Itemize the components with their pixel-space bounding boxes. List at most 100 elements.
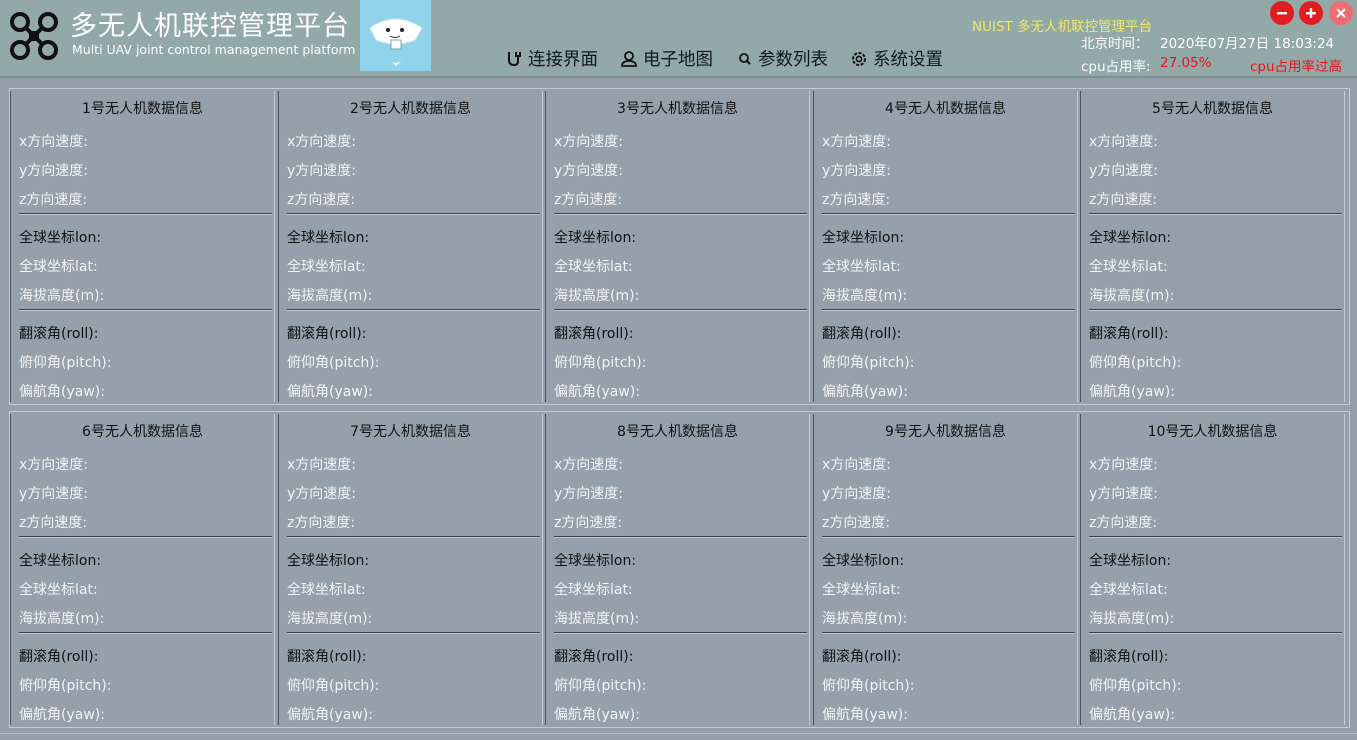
field-vz-label: z方向速度:: [1089, 515, 1158, 531]
section-divider: [1089, 309, 1342, 311]
field-lon-label: 全球坐标lon:: [822, 230, 905, 246]
time-value: 2020年07月27日 18:03:24: [1160, 36, 1335, 52]
uav-panel-6: 6号无人机数据信息 x方向速度: y方向速度: z方向速度: 全球坐标lon: 全球坐标l…: [10, 414, 275, 725]
uav-panel-2: 2号无人机数据信息 x方向速度: y方向速度: z方向速度: 全球坐标lon: 全球坐标l…: [278, 91, 543, 402]
field-pitch-label: 俯仰角(pitch):: [19, 355, 112, 371]
section-divider: [554, 213, 807, 215]
field-yaw-label: 偏航角(yaw):: [19, 384, 105, 400]
nav-label: 参数列表: [758, 50, 828, 70]
field-pitch-label: 俯仰角(pitch):: [822, 355, 915, 371]
section-divider: [822, 632, 1075, 634]
field-yaw-label: 偏航角(yaw):: [554, 707, 640, 723]
field-lat-label: 全球坐标lat:: [19, 582, 98, 598]
field-yaw-label: 偏航角(yaw):: [287, 707, 373, 723]
cpu-warning: cpu占用率过高: [1250, 59, 1343, 75]
field-vx-label: x方向速度:: [287, 134, 357, 150]
panel-title: 9号无人机数据信息: [885, 424, 1006, 440]
nav-map[interactable]: 电子地图: [620, 46, 713, 71]
field-alt-label: 海拔高度(m):: [1089, 611, 1175, 627]
field-roll-label: 翻滚角(roll):: [287, 326, 367, 342]
field-vz-label: z方向速度:: [554, 192, 623, 208]
field-vz-label: z方向速度:: [822, 515, 891, 531]
field-vy-label: y方向速度:: [822, 163, 892, 179]
field-roll-label: 翻滚角(roll):: [19, 649, 99, 665]
field-alt-label: 海拔高度(m):: [19, 611, 105, 627]
field-alt-label: 海拔高度(m):: [554, 288, 640, 304]
bottom-divider: [0, 733, 1357, 734]
field-roll-label: 翻滚角(roll):: [1089, 649, 1169, 665]
field-roll-label: 翻滚角(roll):: [822, 649, 902, 665]
minimize-icon: [1277, 12, 1287, 15]
field-roll-label: 翻滚角(roll):: [1089, 326, 1169, 342]
field-yaw-label: 偏航角(yaw):: [822, 707, 908, 723]
section-divider: [287, 632, 540, 634]
section-divider: [1089, 213, 1342, 215]
panel-title: 5号无人机数据信息: [1152, 101, 1273, 117]
app-subtitle: Multi UAV joint control management platf…: [72, 42, 356, 57]
field-pitch-label: 俯仰角(pitch):: [822, 678, 915, 694]
field-vx-label: x方向速度:: [19, 457, 89, 473]
app-title: 多无人机联控管理平台: [70, 11, 350, 42]
field-roll-label: 翻滚角(roll):: [554, 649, 634, 665]
field-alt-label: 海拔高度(m):: [19, 288, 105, 304]
field-vz-label: z方向速度:: [19, 192, 88, 208]
drone-icon: [10, 12, 58, 60]
uav-panel-3: 3号无人机数据信息 x方向速度: y方向速度: z方向速度: 全球坐标lon: 全球坐标l…: [545, 91, 810, 402]
search-icon: [739, 52, 751, 65]
nav-settings[interactable]: 系统设置: [850, 46, 943, 71]
panel-title: 1号无人机数据信息: [82, 101, 203, 117]
field-lon-label: 全球坐标lon:: [287, 553, 370, 569]
maximize-icon: [1306, 8, 1316, 18]
field-lon-label: 全球坐标lon:: [554, 230, 637, 246]
panel-title: 2号无人机数据信息: [350, 101, 471, 117]
field-roll-label: 翻滚角(roll):: [822, 326, 902, 342]
field-vz-label: z方向速度:: [554, 515, 623, 531]
field-pitch-label: 俯仰角(pitch):: [287, 678, 380, 694]
section-divider: [1089, 536, 1342, 538]
panel-title: 3号无人机数据信息: [617, 101, 738, 117]
nav-params[interactable]: 参数列表: [737, 46, 828, 71]
uav-panel-8: 8号无人机数据信息 x方向速度: y方向速度: z方向速度: 全球坐标lon: 全球坐标l…: [545, 414, 810, 725]
minimize-button[interactable]: [1270, 1, 1294, 25]
header-bar: 多无人机联控管理平台 Multi UAV joint control manag…: [0, 0, 1357, 76]
field-yaw-label: 偏航角(yaw):: [287, 384, 373, 400]
field-vx-label: x方向速度:: [287, 457, 357, 473]
field-pitch-label: 俯仰角(pitch):: [554, 355, 647, 371]
maximize-button[interactable]: [1299, 1, 1323, 25]
section-divider: [822, 536, 1075, 538]
field-vz-label: z方向速度:: [1089, 192, 1158, 208]
field-vz-label: z方向速度:: [287, 515, 356, 531]
section-divider: [19, 213, 272, 215]
section-divider: [287, 213, 540, 215]
time-label: 北京时间：: [1081, 36, 1149, 52]
uav-panel-5: 5号无人机数据信息 x方向速度: y方向速度: z方向速度: 全球坐标lon: 全球坐标l…: [1080, 91, 1345, 402]
section-divider: [554, 536, 807, 538]
section-divider: [287, 536, 540, 538]
field-lon-label: 全球坐标lon:: [287, 230, 370, 246]
field-lon-label: 全球坐标lon:: [1089, 230, 1172, 246]
mascot-image: [360, 0, 431, 71]
uav-panel-7: 7号无人机数据信息 x方向速度: y方向速度: z方向速度: 全球坐标lon: 全球坐标l…: [278, 414, 543, 725]
section-divider: [554, 309, 807, 311]
uav-panel-9: 9号无人机数据信息 x方向速度: y方向速度: z方向速度: 全球坐标lon: 全球坐标l…: [813, 414, 1078, 725]
user-icon: [621, 50, 637, 67]
nav-label: 系统设置: [873, 50, 943, 70]
field-vy-label: y方向速度:: [287, 486, 357, 502]
field-lon-label: 全球坐标lon:: [19, 553, 102, 569]
field-pitch-label: 俯仰角(pitch):: [287, 355, 380, 371]
nav-connect[interactable]: 连接界面: [505, 46, 598, 71]
field-alt-label: 海拔高度(m):: [287, 288, 373, 304]
field-vy-label: y方向速度:: [287, 163, 357, 179]
field-vz-label: z方向速度:: [822, 192, 891, 208]
field-alt-label: 海拔高度(m):: [1089, 288, 1175, 304]
field-yaw-label: 偏航角(yaw):: [554, 384, 640, 400]
close-icon: [1336, 8, 1346, 18]
field-lon-label: 全球坐标lon:: [1089, 553, 1172, 569]
uav-panel-row-1: 1号无人机数据信息 x方向速度: y方向速度: z方向速度: 全球坐标lon: 全球坐标l…: [9, 88, 1350, 405]
uav-panel-4: 4号无人机数据信息 x方向速度: y方向速度: z方向速度: 全球坐标lon: 全球坐标l…: [813, 91, 1078, 402]
panel-title: 4号无人机数据信息: [885, 101, 1006, 117]
section-divider: [822, 213, 1075, 215]
close-button[interactable]: [1329, 1, 1353, 25]
panel-title: 7号无人机数据信息: [350, 424, 471, 440]
header-divider: [0, 76, 1357, 78]
